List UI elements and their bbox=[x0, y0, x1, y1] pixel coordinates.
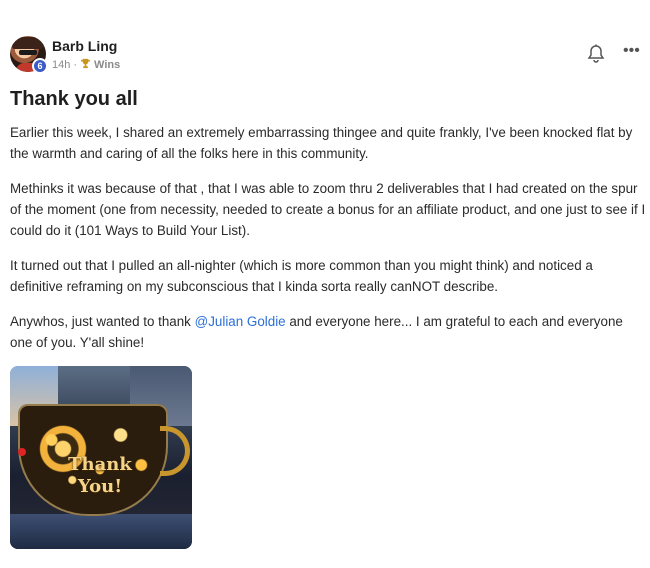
author-avatar[interactable]: 6 bbox=[10, 36, 48, 74]
saucer bbox=[10, 514, 192, 549]
cup-text-line2: You! bbox=[77, 476, 123, 497]
post-paragraph-final: Anywhos, just wanted to thank @Julian Go… bbox=[10, 311, 646, 353]
red-dot bbox=[18, 448, 26, 456]
post-title: Thank you all bbox=[10, 88, 138, 110]
level-badge: 6 bbox=[32, 58, 48, 74]
post-body: Earlier this week, I shared an extremely… bbox=[10, 122, 646, 367]
post-paragraph: Methinks it was because of that , that I… bbox=[10, 181, 646, 238]
avatar-hair bbox=[12, 37, 44, 49]
cup-text: Thank You! bbox=[60, 454, 140, 498]
post-image[interactable]: Thank You! bbox=[10, 366, 192, 549]
meta-separator: · bbox=[73, 59, 78, 71]
cup-text-line1: Thank bbox=[68, 454, 132, 475]
post-category[interactable]: Wins bbox=[94, 59, 120, 71]
paragraph-text-before: Anywhos, just wanted to thank bbox=[10, 314, 195, 329]
post-time[interactable]: 14h bbox=[52, 59, 70, 71]
cup-handle bbox=[160, 426, 190, 476]
post-paragraph: Earlier this week, I shared an extremely… bbox=[10, 125, 633, 161]
mention-link[interactable]: @Julian Goldie bbox=[195, 314, 286, 329]
more-icon[interactable]: ••• bbox=[623, 43, 641, 60]
post-header: 6 Barb Ling 14h · Wins ••• bbox=[10, 36, 640, 76]
post-meta: 14h · Wins bbox=[52, 58, 120, 72]
post-paragraph: It turned out that I pulled an all-night… bbox=[10, 258, 593, 294]
trophy-icon bbox=[80, 58, 91, 72]
avatar-glasses bbox=[19, 50, 37, 55]
author-name[interactable]: Barb Ling bbox=[52, 38, 117, 54]
bell-icon[interactable] bbox=[587, 44, 605, 64]
